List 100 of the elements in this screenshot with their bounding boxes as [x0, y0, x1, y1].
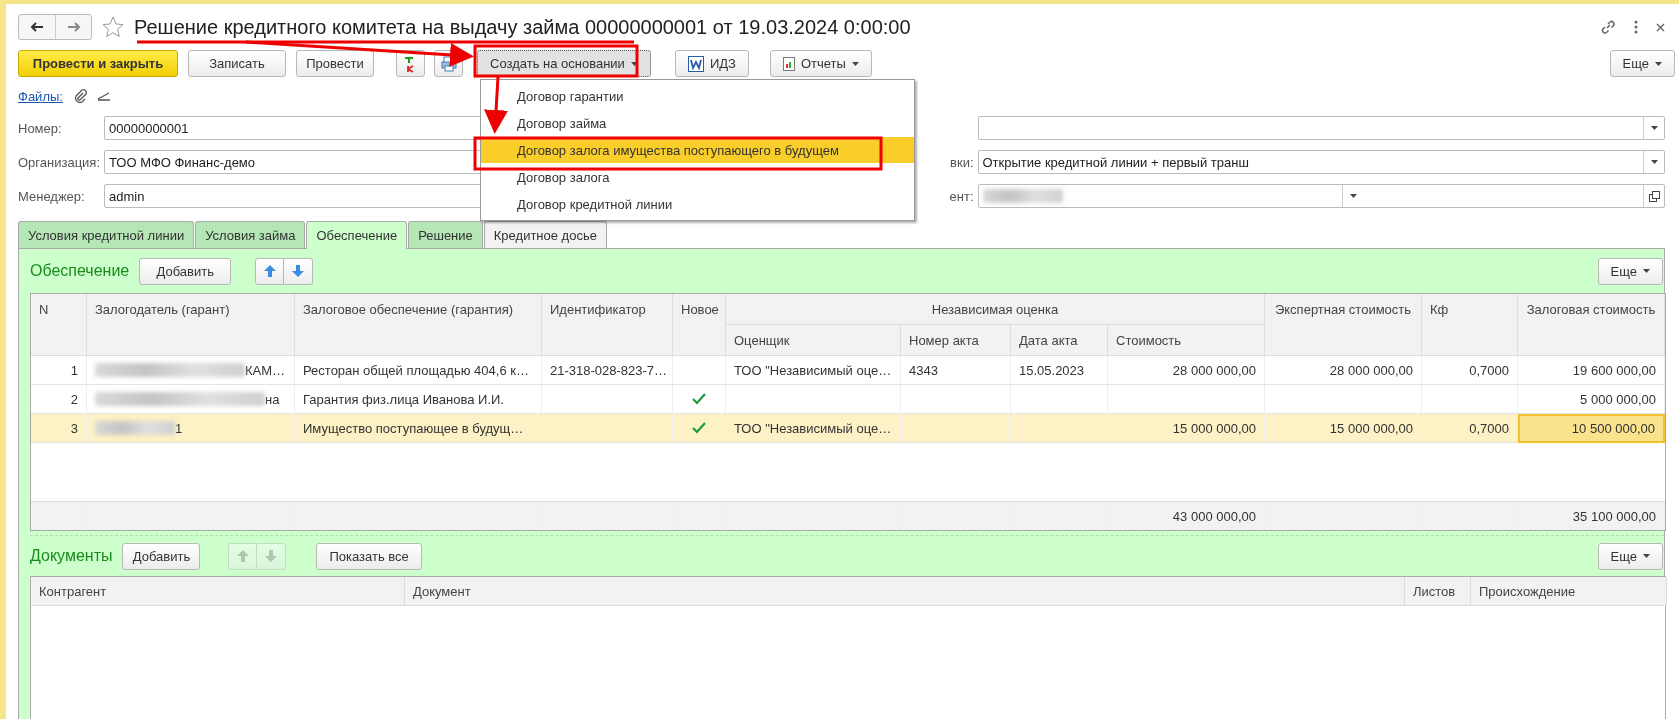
section-title: Обеспечение [30, 262, 130, 280]
total-cell: 43 000 000,00 [1108, 501, 1265, 530]
column-header: Залоговое обеспечение (гарантия) [295, 294, 542, 356]
total-cell: 35 100 000,00 [1518, 501, 1665, 530]
tab[interactable]: Обеспечение [306, 221, 408, 249]
column-header: Залоговая стоимость [1518, 294, 1665, 356]
table-cell: 15.05.2023 [1011, 356, 1108, 385]
field-label: вки: [950, 154, 974, 170]
tab[interactable]: Условия займа [195, 221, 306, 248]
caret-icon [851, 61, 859, 66]
caret-icon [1349, 194, 1357, 198]
table-cell: 21-318-028-823-7… [542, 356, 673, 385]
column-header: Дата акта [1011, 325, 1108, 356]
column-header: Листов [1405, 577, 1471, 606]
column-header: N [31, 294, 87, 356]
add-button[interactable]: Добавить [139, 257, 232, 285]
column-group-header: Независимая оценка [726, 294, 1265, 325]
check-icon [692, 393, 706, 405]
table-cell: 10 500 000,00 [1518, 414, 1665, 443]
annotation-arrow [484, 76, 509, 134]
table-cell: 15 000 000,00 [1265, 414, 1422, 443]
add-button[interactable]: Добавить [122, 542, 201, 570]
reports-button[interactable]: Отчеты [769, 50, 872, 77]
caret-icon [1643, 554, 1650, 558]
table-cell: Ресторан общей площадью 404,6 к… [295, 356, 542, 385]
move-up-button[interactable] [255, 257, 285, 285]
menu-item[interactable]: Договор кредитной линии [481, 191, 914, 217]
column-header: Залогодатель (гарант) [87, 294, 295, 356]
field-label: Менеджер: [18, 188, 86, 204]
more-button[interactable]: Еще [1597, 257, 1663, 285]
pencil-icon[interactable] [96, 91, 111, 101]
check-icon [692, 422, 706, 434]
printer-icon [440, 55, 457, 72]
tab[interactable]: Решение [408, 221, 483, 248]
column-header: Номер акта [901, 325, 1011, 356]
toolbar-button[interactable]: Провести [296, 50, 374, 77]
select-field[interactable] [977, 116, 1665, 140]
more-button[interactable]: Еще [1597, 542, 1663, 570]
column-header: Контрагент [31, 577, 405, 606]
post-and-close-button[interactable]: Провести и закрыть [18, 50, 178, 77]
show-all-button[interactable]: Показать все [316, 542, 422, 570]
table-cell: 0,7000 [1422, 414, 1518, 443]
cell-text: КАМ… [245, 362, 286, 378]
caret-icon [1643, 269, 1650, 273]
table-cell: Гарантия физ.лица Иванова И.И. [295, 385, 542, 414]
report-icon [782, 56, 795, 71]
column-header: Происхождение [1471, 577, 1667, 606]
window-title: Решение кредитного комитета на выдачу займа 00000000001 от 19.03.2024 0:00:00 [134, 15, 912, 39]
table-cell: 4343 [901, 356, 1011, 385]
document-w-icon [687, 55, 704, 72]
table-cell [673, 501, 726, 530]
table-cell: 0,7000 [1422, 356, 1518, 385]
star-icon[interactable] [102, 16, 124, 38]
column-header: Новое [673, 294, 726, 356]
more-button[interactable]: Еще [1609, 50, 1675, 77]
tab[interactable]: Кредитное досье [483, 221, 607, 248]
table-cell: ТОО "Независимый оце… [726, 414, 901, 443]
field-label: Организация: [18, 154, 102, 170]
create-based-on-button[interactable]: Создать на основании [477, 50, 651, 77]
caret-icon [1650, 160, 1658, 164]
link-icon[interactable] [1600, 19, 1616, 35]
menu-item[interactable]: Договор займа [481, 110, 914, 136]
menu-item[interactable]: Договор гарантии [481, 83, 914, 109]
forward-arrow-icon [66, 22, 81, 32]
table-cell: 5 000 000,00 [1518, 385, 1665, 414]
close-icon[interactable] [1656, 22, 1665, 32]
column-header: Оценщик [726, 325, 901, 356]
up-arrow-icon [237, 550, 249, 562]
toolbar-button[interactable]: Записать [188, 50, 286, 77]
up-arrow-icon [263, 265, 276, 277]
column-header: Кф [1422, 294, 1518, 356]
idz-button[interactable]: ИДЗ [674, 50, 749, 77]
column-header: Документ [405, 577, 1405, 606]
open-icon[interactable] [1648, 190, 1660, 202]
caret-icon [1650, 126, 1658, 130]
select-field[interactable]: Открытие кредитной линии + первый транш [977, 150, 1665, 174]
caret-icon [1655, 61, 1662, 66]
table-cell: Имущество поступающее в будущ… [295, 414, 542, 443]
column-header: Стоимость [1108, 325, 1265, 356]
back-arrow-icon [30, 22, 44, 32]
cell-text: на [265, 391, 280, 407]
table-cell: 1 [31, 356, 87, 385]
caret-icon [630, 61, 638, 66]
down-arrow-icon [292, 265, 305, 277]
tab[interactable]: Условия кредитной линии [18, 221, 195, 248]
more-vertical-icon[interactable] [1634, 20, 1638, 34]
move-down-button[interactable] [284, 257, 314, 285]
table-cell: 28 000 000,00 [1108, 356, 1265, 385]
table-cell: 15 000 000,00 [1108, 414, 1265, 443]
paperclip-icon[interactable] [72, 88, 87, 104]
table-cell: 3 [31, 414, 87, 443]
cell-text: 1 [175, 420, 183, 436]
down-arrow-icon [265, 550, 278, 562]
menu-item[interactable]: Договор залога [481, 164, 914, 190]
field-label: ент: [949, 188, 974, 204]
column-header: Идентификатор [542, 294, 673, 356]
field-label: Номер: [18, 120, 63, 136]
lookup-field[interactable] [977, 184, 1665, 208]
table-cell: 19 600 000,00 [1518, 356, 1665, 385]
files-link[interactable]: Файлы: [18, 88, 63, 104]
